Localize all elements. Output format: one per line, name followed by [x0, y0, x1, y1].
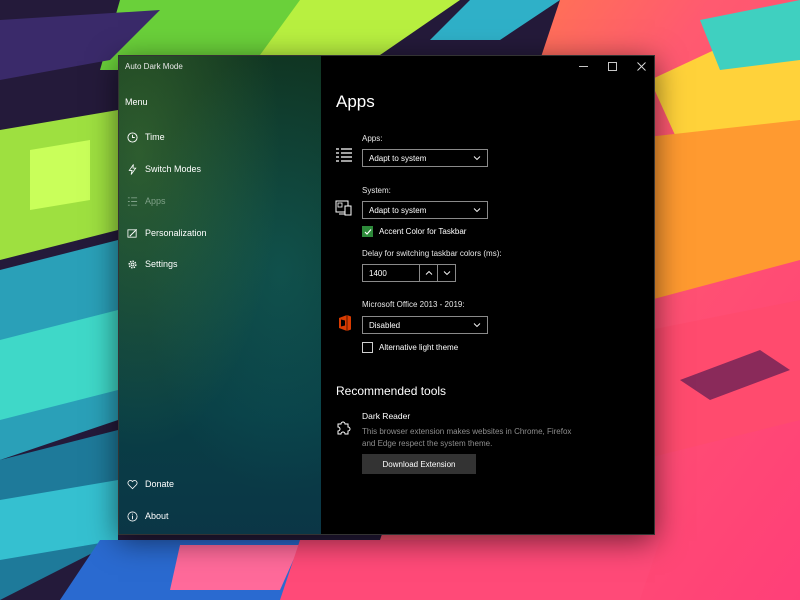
accent-color-taskbar-checkbox[interactable]: Accent Color for Taskbar [362, 226, 466, 237]
select-value: Disabled [369, 320, 401, 330]
sidebar-item-label: Personalization [145, 228, 207, 238]
sidebar-item-personalization[interactable]: Personalization [119, 222, 321, 244]
taskbar-delay-input[interactable]: 1400 [362, 264, 420, 282]
increment-button[interactable] [419, 264, 438, 282]
chevron-down-icon [473, 323, 481, 328]
main-content: Apps Apps: Adapt to system System: Adapt… [321, 56, 654, 534]
delay-label: Delay for switching taskbar colors (ms): [362, 249, 502, 258]
sidebar-item-switch-modes[interactable]: Switch Modes [119, 158, 321, 180]
sidebar-item-time[interactable]: Time [119, 126, 321, 148]
brush-icon [125, 226, 139, 240]
select-value: Adapt to system [369, 153, 427, 163]
tool-name: Dark Reader [362, 411, 411, 421]
office-label: Microsoft Office 2013 - 2019: [362, 300, 465, 309]
chevron-down-icon [473, 156, 481, 161]
download-extension-button[interactable]: Download Extension [362, 454, 476, 474]
alternative-light-theme-checkbox[interactable]: Alternative light theme [362, 342, 458, 353]
checkbox-box[interactable] [362, 342, 373, 353]
clock-icon [125, 130, 139, 144]
lightning-icon [125, 162, 139, 176]
recommended-tools-heading: Recommended tools [336, 384, 447, 398]
sidebar-item-label: Settings [145, 259, 178, 269]
checkbox-label: Accent Color for Taskbar [379, 227, 467, 236]
sidebar-item-label: About [145, 511, 169, 521]
chevron-down-icon [473, 208, 481, 213]
delay-value: 1400 [369, 268, 387, 278]
sidebar-item-label: Switch Modes [145, 164, 202, 174]
apps-theme-select[interactable]: Adapt to system [362, 149, 488, 167]
apps-label: Apps: [362, 134, 383, 143]
sidebar-item-label: Donate [145, 479, 175, 489]
checkmark-icon [364, 228, 371, 235]
chevron-up-icon [425, 270, 432, 275]
checkbox-label: Alternative light theme [379, 343, 459, 352]
tool-description: This browser extension makes websites in… [362, 427, 572, 448]
sidebar-item-about[interactable]: About [119, 505, 321, 527]
checkbox-box[interactable] [362, 226, 373, 237]
menu-label: Menu [125, 97, 148, 107]
sidebar-item-apps[interactable]: Apps [119, 190, 321, 212]
info-icon [125, 509, 139, 523]
sidebar-item-label: Time [145, 132, 165, 142]
system-theme-select[interactable]: Adapt to system [362, 201, 488, 219]
sidebar-item-settings[interactable]: Settings [119, 253, 321, 275]
office-icon [339, 315, 351, 331]
system-label: System: [362, 186, 391, 195]
apps-list-icon [336, 148, 352, 162]
sidebar-item-donate[interactable]: Donate [119, 473, 321, 495]
chevron-down-icon [443, 271, 450, 276]
select-value: Adapt to system [369, 205, 427, 215]
sidebar-item-label: Apps [145, 196, 166, 206]
sidebar: Auto Dark Mode Menu Time Switch Modes Ap… [119, 56, 321, 534]
puzzle-icon [337, 421, 351, 435]
window-title: Auto Dark Mode [125, 62, 183, 71]
office-theme-select[interactable]: Disabled [362, 316, 488, 334]
system-icon [335, 200, 352, 216]
decrement-button[interactable] [437, 264, 456, 282]
page-title: Apps [336, 92, 375, 111]
gear-icon [125, 257, 139, 271]
app-window: Auto Dark Mode Menu Time Switch Modes Ap… [118, 55, 655, 535]
list-icon [125, 194, 139, 208]
heart-icon [125, 477, 139, 491]
